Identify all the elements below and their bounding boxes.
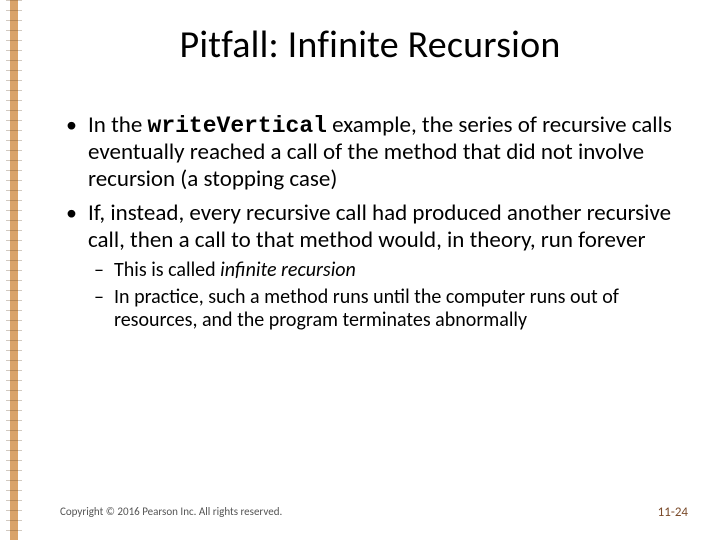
- sub-bullet-1-pre: This is called: [114, 258, 220, 282]
- sub-bullet-2: In practice, such a method runs until th…: [88, 286, 678, 332]
- bullet-1-text-pre: In the: [88, 111, 148, 139]
- stripe-bar: [10, 0, 18, 540]
- bullet-2: If, instead, every recursive call had pr…: [60, 200, 678, 332]
- sub-bullet-list: This is called infinite recursion In pra…: [88, 259, 678, 332]
- code-writevertical: writeVertical: [148, 113, 327, 139]
- left-decoration: [0, 0, 26, 540]
- bullet-2-text: If, instead, every recursive call had pr…: [88, 199, 671, 253]
- page-number: 11-24: [658, 505, 688, 520]
- slide-title: Pitfall: Infinite Recursion: [60, 22, 680, 68]
- slide-body: In the writeVertical example, the series…: [60, 112, 678, 340]
- stripe-hatch: [6, 0, 22, 540]
- copyright-text: Copyright © 2016 Pearson Inc. All rights…: [60, 505, 282, 518]
- sub-bullet-2-text: In practice, such a method runs until th…: [114, 285, 619, 332]
- bullet-list: In the writeVertical example, the series…: [60, 112, 678, 332]
- bullet-1: In the writeVertical example, the series…: [60, 112, 678, 192]
- sub-bullet-1-em: infinite recursion: [220, 258, 356, 282]
- slide: Pitfall: Infinite Recursion In the write…: [0, 0, 720, 540]
- sub-bullet-1: This is called infinite recursion: [88, 259, 678, 282]
